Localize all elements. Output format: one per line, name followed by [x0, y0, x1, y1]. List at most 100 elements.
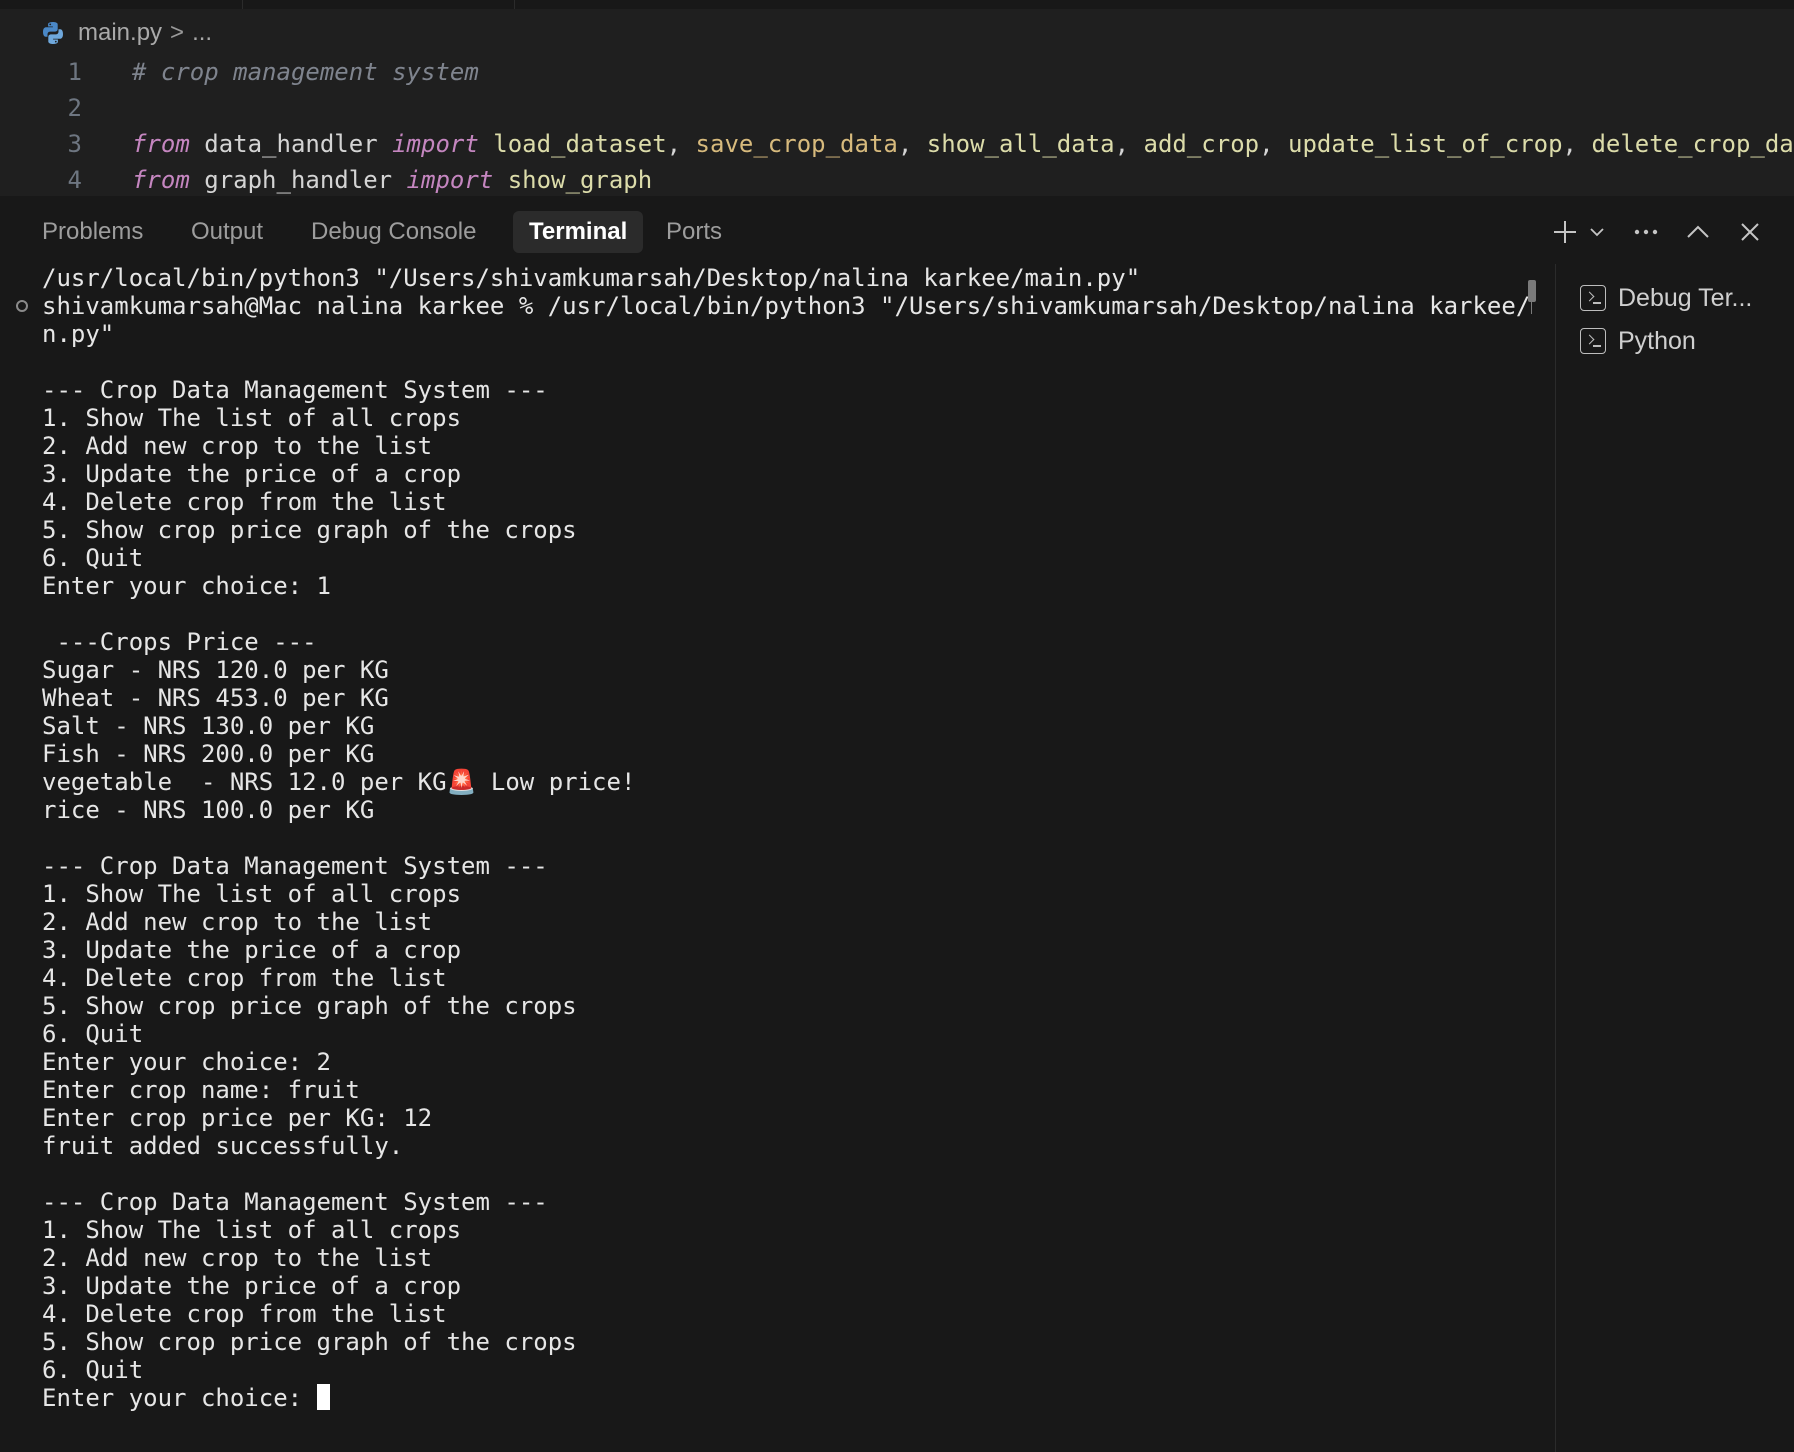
code-token: data_handler — [189, 130, 393, 158]
code-token: graph_handler — [189, 166, 407, 194]
tab-output[interactable]: Output — [175, 211, 279, 253]
terminal-line: 6. Quit — [42, 544, 144, 572]
terminal-line: 6. Quit — [42, 1020, 144, 1048]
tab-problems[interactable]: Problems — [26, 211, 159, 253]
chevron-down-icon[interactable] — [1583, 215, 1611, 249]
line-number: 2 — [67, 94, 82, 122]
terminal-line: n.py" — [42, 320, 115, 348]
breadcrumb-separator: > — [170, 19, 185, 46]
python-file-icon — [43, 22, 63, 44]
code-token: show_all_data — [926, 130, 1115, 158]
code-line[interactable]: 4 from graph_handler import show_graph — [0, 162, 653, 196]
code-token: , — [897, 130, 927, 158]
terminal-line: 2. Add new crop to the list — [42, 432, 433, 460]
terminal-line: 4. Delete crop from the list — [42, 488, 447, 516]
terminal-line: 3. Update the price of a crop — [42, 460, 462, 488]
terminal-line: Enter crop name: fruit — [42, 1076, 360, 1104]
terminal-line: Salt - NRS 130.0 per KG — [42, 712, 375, 740]
breadcrumb-file[interactable]: main.py — [78, 19, 162, 47]
code-token: update_list_of_crop — [1288, 130, 1563, 158]
command-decoration-icon[interactable] — [16, 300, 28, 312]
terminal-line: --- Crop Data Management System --- — [42, 852, 548, 880]
terminal-scrollbar[interactable] — [1528, 280, 1536, 302]
code-line[interactable]: 1 # crop management system — [0, 54, 479, 90]
code-token: delete_crop_da — [1591, 130, 1794, 158]
line-number: 3 — [67, 130, 82, 158]
terminal-line: 5. Show crop price graph of the crops — [42, 992, 577, 1020]
terminal-icon — [1580, 328, 1606, 354]
panel-tab-bar: Problems Output Debug Console Terminal P… — [0, 196, 1794, 266]
terminal-list-label: Python — [1618, 326, 1696, 355]
plus-icon[interactable] — [1548, 215, 1582, 249]
tab-ports[interactable]: Ports — [650, 211, 738, 253]
terminal-output[interactable]: /usr/local/bin/python3 "/Users/shivamkum… — [42, 264, 1532, 1444]
terminal-line: Fish - NRS 200.0 per KG — [42, 740, 375, 768]
code-token: load_dataset — [493, 130, 667, 158]
code-token: , — [666, 130, 696, 158]
terminal-list-label: Debug Ter... — [1618, 283, 1753, 312]
code-token: save_crop_data — [695, 130, 898, 158]
tab-terminal[interactable]: Terminal — [513, 211, 644, 253]
code-line[interactable]: 3 from data_handler import load_dataset, … — [0, 126, 1794, 162]
code-token: import — [406, 166, 494, 194]
terminal-line: ---Crops Price --- — [42, 628, 317, 656]
terminal-line: 3. Update the price of a crop — [42, 1272, 462, 1300]
code-token: show_graph — [507, 166, 653, 194]
terminal-line: 2. Add new crop to the list — [42, 1244, 433, 1272]
tab-debug-console[interactable]: Debug Console — [295, 211, 492, 253]
code-token: from — [132, 166, 190, 194]
editor-tab-strip — [0, 0, 1794, 9]
terminal-line: vegetable - NRS 12.0 per KG🚨 Low price! — [42, 768, 636, 796]
terminal-prompt-line[interactable]: Enter your choice: — [42, 1384, 1532, 1412]
terminal-line: --- Crop Data Management System --- — [42, 1188, 548, 1216]
terminal-line: 6. Quit — [42, 1356, 144, 1384]
close-icon[interactable] — [1733, 215, 1767, 249]
code-token: from — [132, 130, 190, 158]
terminal-cursor — [316, 1384, 330, 1410]
terminal-line: Wheat - NRS 453.0 per KG — [42, 684, 389, 712]
bottom-panel: Problems Output Debug Console Terminal P… — [0, 196, 1794, 1452]
line-number: 1 — [67, 58, 82, 86]
terminal-icon — [1580, 285, 1606, 311]
terminal-line: shivamkumarsah@Mac nalina karkee % /usr/… — [42, 292, 1532, 320]
terminal-line: rice - NRS 100.0 per KG — [42, 796, 375, 824]
terminal-line: Enter your choice: 1 — [42, 572, 331, 600]
terminal-line: 1. Show The list of all crops — [42, 1216, 462, 1244]
terminal-line: 2. Add new crop to the list — [42, 908, 433, 936]
terminal-line: Sugar - NRS 120.0 per KG — [42, 656, 389, 684]
terminal-list-item[interactable]: Python — [1580, 323, 1696, 359]
terminal-line: fruit added successfully. — [42, 1132, 404, 1160]
code-token: # crop management system — [132, 58, 479, 86]
editor-tab-edge[interactable] — [0, 0, 243, 9]
terminal-line: 4. Delete crop from the list — [42, 964, 447, 992]
terminal-line: Enter crop price per KG: 12 — [42, 1104, 433, 1132]
code-token: , — [1562, 130, 1592, 158]
more-icon[interactable] — [1629, 215, 1663, 249]
code-token: import — [392, 130, 479, 158]
chevron-up-icon[interactable] — [1681, 215, 1715, 249]
editor-tab-edge[interactable] — [242, 0, 515, 9]
terminal-line: Enter your choice: 2 — [42, 1048, 331, 1076]
terminal-line: --- Crop Data Management System --- — [42, 376, 548, 404]
terminal-line: 5. Show crop price graph of the crops — [42, 516, 577, 544]
code-line[interactable]: 2 — [0, 90, 132, 126]
code-token: add_crop — [1143, 130, 1260, 158]
terminal-line: 3. Update the price of a crop — [42, 936, 462, 964]
code-token: , — [1259, 130, 1288, 158]
terminal-list: Debug Ter... Python — [1555, 264, 1794, 1452]
terminal-prompt: Enter your choice: — [42, 1384, 317, 1412]
terminal-line: /usr/local/bin/python3 "/Users/shivamkum… — [42, 264, 1141, 292]
breadcrumb-symbol[interactable]: ... — [192, 19, 212, 47]
editor-area[interactable]: main.py > ... 1 # crop management system 2… — [0, 0, 1794, 197]
code-token: , — [1114, 130, 1144, 158]
terminal-line: 1. Show The list of all crops — [42, 404, 462, 432]
terminal-list-item[interactable]: Debug Ter... — [1580, 280, 1752, 316]
terminal-line: 5. Show crop price graph of the crops — [42, 1328, 577, 1356]
breadcrumb: main.py > ... — [40, 18, 212, 48]
